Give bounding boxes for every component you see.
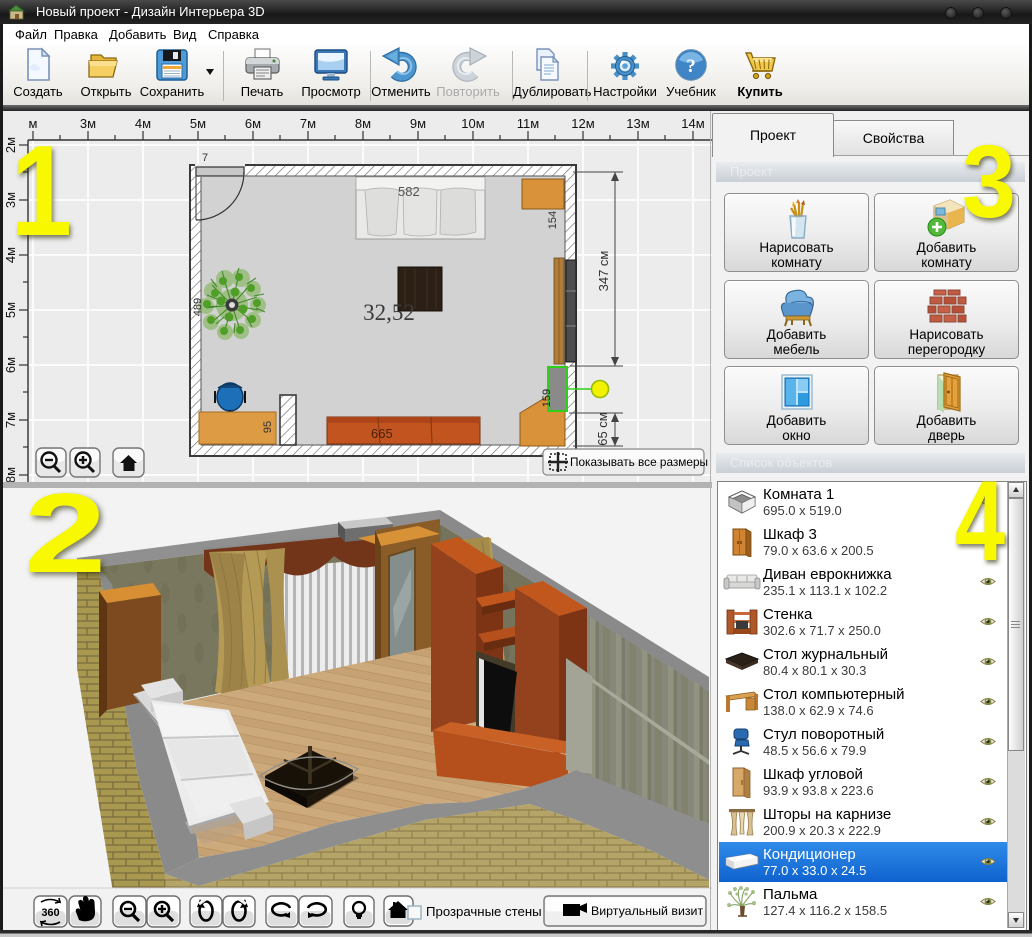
svg-text:582: 582 xyxy=(398,184,420,199)
svg-text:5м: 5м xyxy=(3,302,18,318)
svg-text:8м: 8м xyxy=(3,467,18,483)
svg-text:489: 489 xyxy=(192,298,204,316)
svg-text:9м: 9м xyxy=(410,116,426,131)
svg-text:8м: 8м xyxy=(355,116,371,131)
svg-text:7м: 7м xyxy=(300,116,316,131)
svg-text:12м: 12м xyxy=(571,116,594,131)
svg-text:32,52: 32,52 xyxy=(363,300,415,325)
svg-text:6м: 6м xyxy=(3,357,18,373)
svg-text:Виртуальный визит: Виртуальный визит xyxy=(591,904,703,918)
svg-text:13м: 13м xyxy=(626,116,649,131)
svg-text:360: 360 xyxy=(41,907,59,919)
svg-text:14м: 14м xyxy=(681,116,704,131)
svg-text:3м: 3м xyxy=(80,116,96,131)
svg-text:95: 95 xyxy=(262,421,274,433)
svg-text:?: ? xyxy=(686,56,696,77)
svg-text:6м: 6м xyxy=(245,116,261,131)
svg-text:5м: 5м xyxy=(190,116,206,131)
svg-text:154: 154 xyxy=(547,211,559,229)
svg-text:347 см: 347 см xyxy=(596,251,611,292)
svg-text:65 см: 65 см xyxy=(595,412,610,446)
svg-text:159: 159 xyxy=(541,389,553,407)
svg-text:7м: 7м xyxy=(3,412,18,428)
svg-text:Прозрачные стены: Прозрачные стены xyxy=(426,904,542,919)
svg-text:4м: 4м xyxy=(135,116,151,131)
svg-text:7: 7 xyxy=(202,152,208,164)
svg-text:11м: 11м xyxy=(517,116,539,131)
svg-text:665: 665 xyxy=(371,426,393,441)
svg-text:Показывать все размеры: Показывать все размеры xyxy=(570,455,708,469)
svg-text:10м: 10м xyxy=(461,116,484,131)
